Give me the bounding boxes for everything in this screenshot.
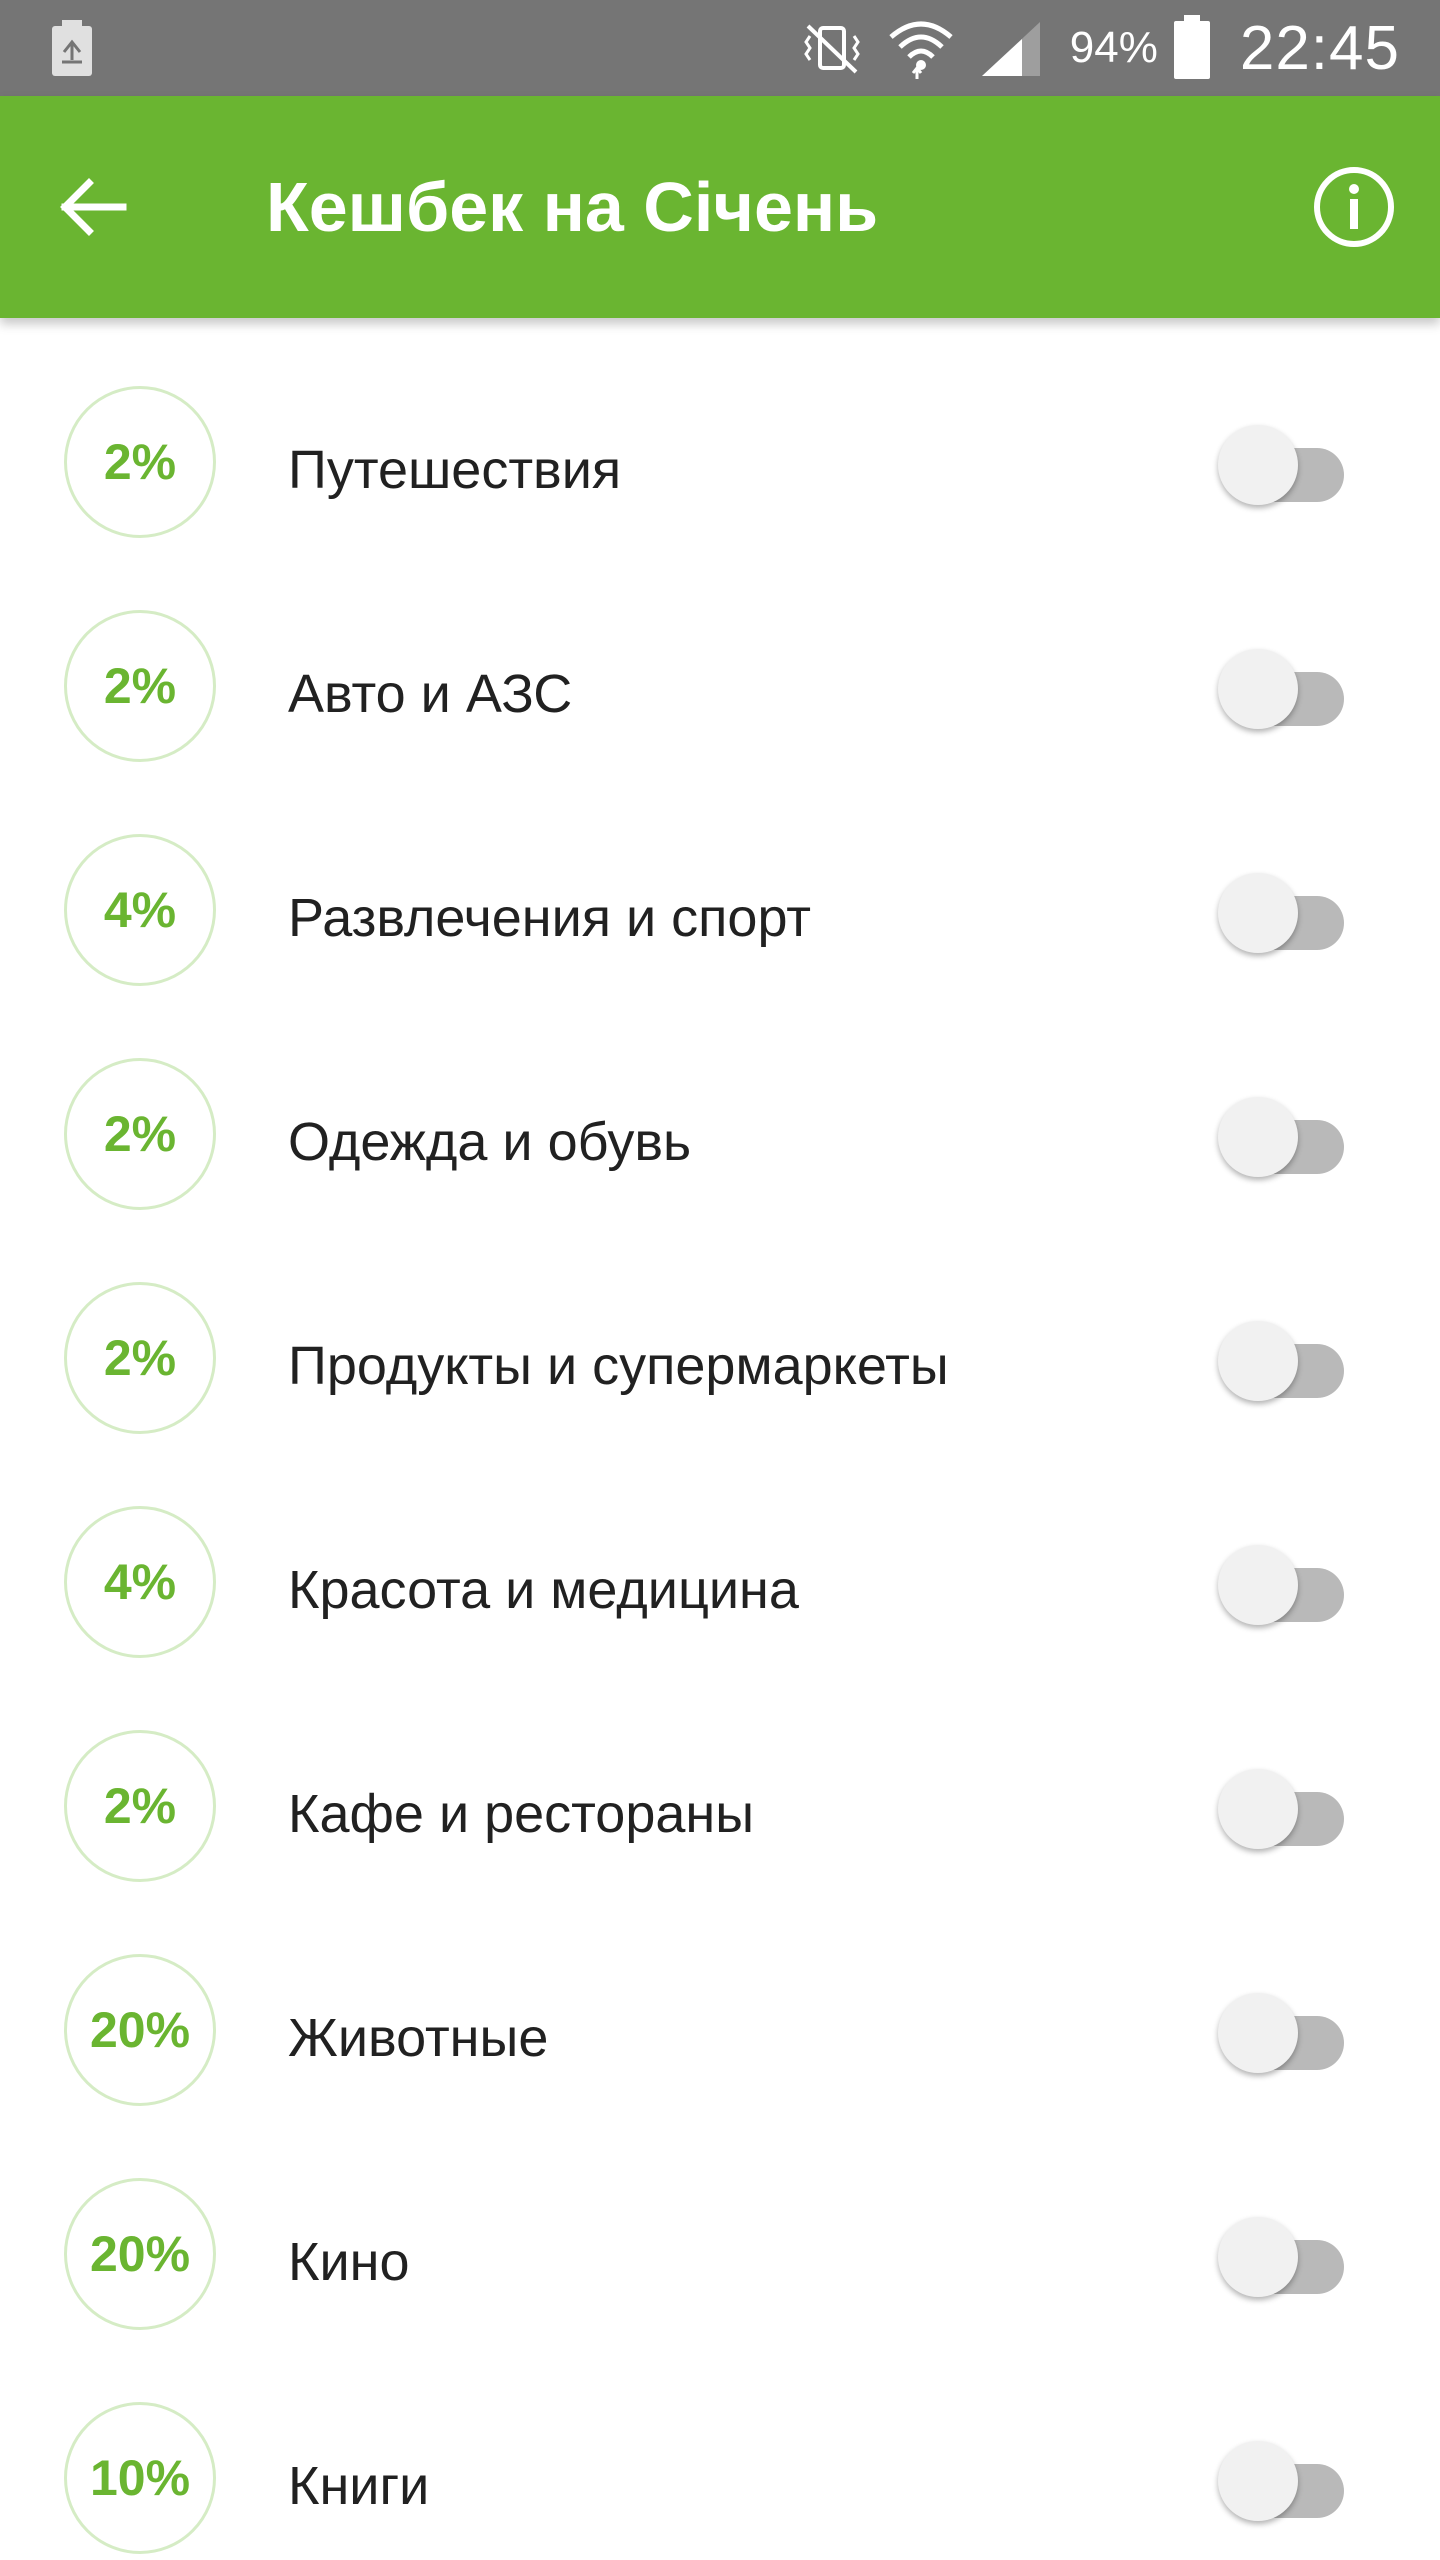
list-item: 20% Животные xyxy=(0,1886,1440,2110)
category-toggle[interactable] xyxy=(1218,873,1348,953)
list-item: 2% Путешествия xyxy=(0,318,1440,542)
toggle-thumb xyxy=(1218,425,1298,505)
cashback-percent-badge: 20% xyxy=(64,1954,216,2106)
info-icon xyxy=(1314,167,1394,247)
arrow-left-icon xyxy=(60,178,127,236)
cashback-percent-badge: 20% xyxy=(64,2178,216,2330)
toggle-thumb xyxy=(1218,2217,1298,2297)
category-toggle[interactable] xyxy=(1218,2441,1348,2521)
category-label: Продукты и супермаркеты xyxy=(288,1336,949,1396)
category-toggle[interactable] xyxy=(1218,1993,1348,2073)
category-label: Путешествия xyxy=(288,440,622,500)
list-item: 4% Развлечения и спорт xyxy=(0,766,1440,990)
category-toggle[interactable] xyxy=(1218,2217,1348,2297)
category-label: Животные xyxy=(288,2008,549,2068)
category-toggle[interactable] xyxy=(1218,1321,1348,1401)
toggle-thumb xyxy=(1218,873,1298,953)
category-toggle[interactable] xyxy=(1218,1545,1348,1625)
status-icons: 94% 22:45 xyxy=(778,0,1400,96)
toggle-thumb xyxy=(1218,1993,1298,2073)
page-title: Кешбек на Січень xyxy=(266,168,879,246)
cashback-percent-badge: 2% xyxy=(64,386,216,538)
signal-icon xyxy=(978,18,1044,78)
category-label: Одежда и обувь xyxy=(288,1112,692,1172)
battery-saver-icon xyxy=(48,18,96,78)
clock: 22:45 xyxy=(1239,13,1400,83)
back-button[interactable] xyxy=(40,155,144,259)
info-button[interactable] xyxy=(1310,163,1398,251)
cashback-percent-badge: 2% xyxy=(64,1730,216,1882)
toggle-thumb xyxy=(1218,1321,1298,1401)
cashback-screen: 94% 22:45 Кешбек на Січень 2% Путешестви… xyxy=(0,0,1440,2560)
category-toggle[interactable] xyxy=(1218,1769,1348,1849)
category-label: Развлечения и спорт xyxy=(288,888,812,948)
category-label: Красота и медицина xyxy=(288,1560,799,1620)
wifi-icon xyxy=(886,15,956,81)
list-item: 20% Кино xyxy=(0,2110,1440,2334)
list-item: 2% Продукты и супермаркеты xyxy=(0,1214,1440,1438)
category-toggle[interactable] xyxy=(1218,1097,1348,1177)
list-item: 4% Красота и медицина xyxy=(0,1438,1440,1662)
battery-percent: 94% xyxy=(1069,23,1158,72)
cashback-percent-badge: 4% xyxy=(64,834,216,986)
category-label: Кафе и рестораны xyxy=(288,1784,755,1844)
toggle-thumb xyxy=(1218,649,1298,729)
cashback-percent-badge: 10% xyxy=(64,2402,216,2554)
battery-icon xyxy=(1172,15,1212,81)
category-toggle[interactable] xyxy=(1218,425,1348,505)
cashback-category-list: 2% Путешествия 2% Авто и АЗС 4% Развлече… xyxy=(0,318,1440,2558)
list-item: 10% Книги xyxy=(0,2334,1440,2558)
category-label: Авто и АЗС xyxy=(288,664,573,724)
vibrate-mute-icon xyxy=(800,20,864,76)
list-item: 2% Авто и АЗС xyxy=(0,542,1440,766)
category-label: Кино xyxy=(288,2232,410,2292)
app-bar: Кешбек на Січень xyxy=(0,96,1440,318)
cashback-percent-badge: 4% xyxy=(64,1506,216,1658)
status-bar: 94% 22:45 xyxy=(0,0,1440,96)
toggle-thumb xyxy=(1218,1097,1298,1177)
list-item: 2% Одежда и обувь xyxy=(0,990,1440,1214)
cashback-percent-badge: 2% xyxy=(64,610,216,762)
toggle-thumb xyxy=(1218,1769,1298,1849)
list-item: 2% Кафе и рестораны xyxy=(0,1662,1440,1886)
cashback-percent-badge: 2% xyxy=(64,1282,216,1434)
toggle-thumb xyxy=(1218,1545,1298,1625)
cashback-percent-badge: 2% xyxy=(64,1058,216,1210)
toggle-thumb xyxy=(1218,2441,1298,2521)
category-label: Книги xyxy=(288,2456,430,2516)
category-toggle[interactable] xyxy=(1218,649,1348,729)
